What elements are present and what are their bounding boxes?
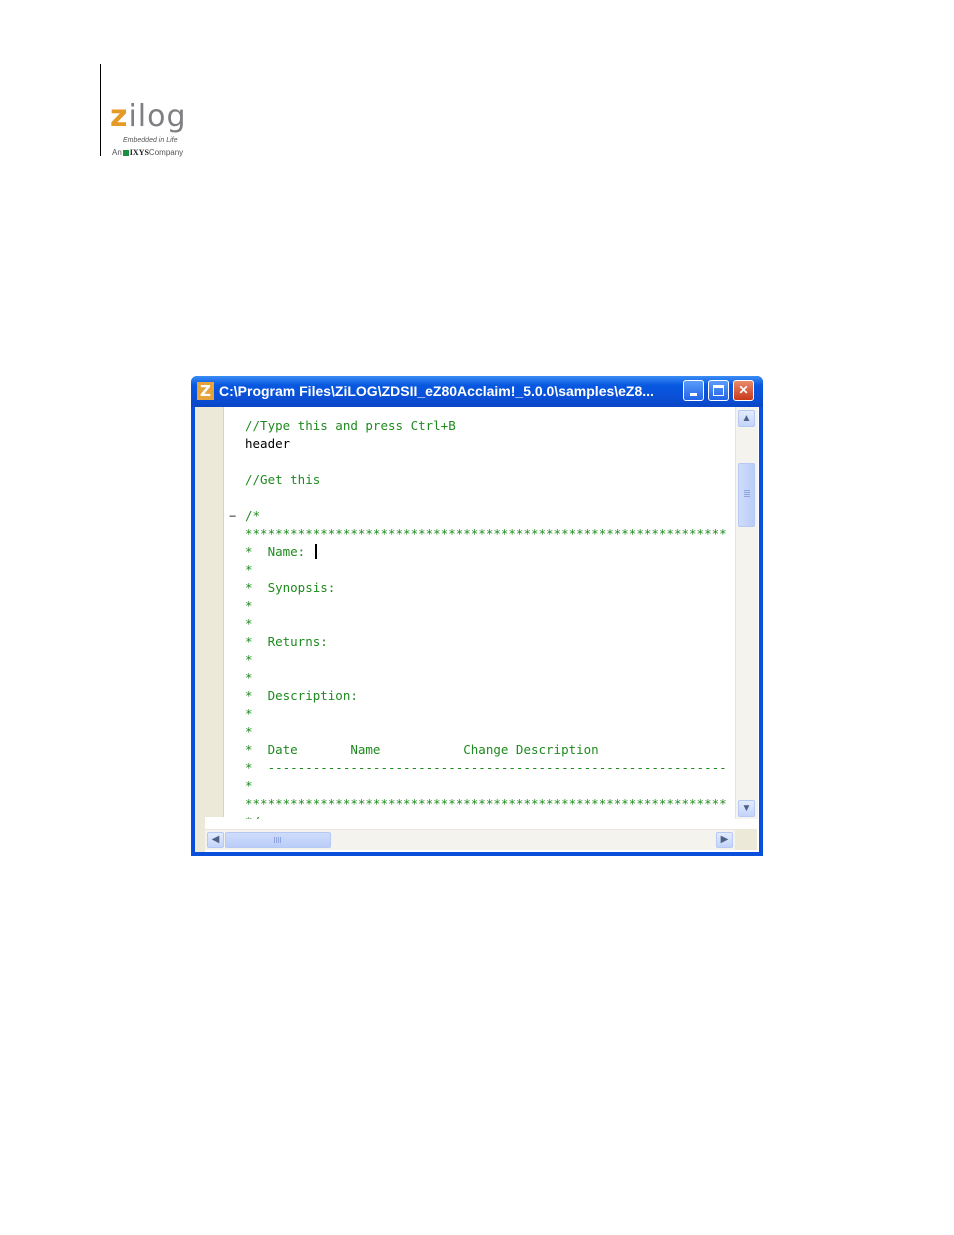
code-line-text: * xyxy=(245,778,253,793)
window-title: C:\Program Files\ZiLOG\ZDSII_eZ80Acclaim… xyxy=(219,383,654,399)
code-line[interactable]: * Returns: xyxy=(245,633,735,651)
minimize-button[interactable] xyxy=(683,380,704,401)
code-line[interactable]: * xyxy=(245,651,735,669)
editor-client-area: − //Type this and press Ctrl+B header //Ge… xyxy=(195,407,759,852)
code-line[interactable]: * xyxy=(245,705,735,723)
code-line-text: * Synopsis: xyxy=(245,580,336,595)
logo-tagline: Embedded in Life xyxy=(123,137,178,144)
code-line-text: * --------------------------------------… xyxy=(245,760,727,775)
code-line-text: * Description: xyxy=(245,688,358,703)
logo-company-name: IXYS xyxy=(129,148,149,157)
code-line-text: * xyxy=(245,724,253,739)
zds-app-icon[interactable]: Z xyxy=(197,382,214,400)
grip-icon xyxy=(744,490,750,491)
code-line-text: /* xyxy=(245,508,261,523)
editor-gutter xyxy=(195,407,224,817)
code-line[interactable]: * Description: xyxy=(245,687,735,705)
zilog-logo: zilog Embedded in Life An IXYS Company xyxy=(110,100,210,160)
code-line[interactable]: * Name: xyxy=(245,543,735,561)
horizontal-scroll-thumb[interactable] xyxy=(225,832,331,848)
editor-window: Z C:\Program Files\ZiLOG\ZDSII_eZ80Accla… xyxy=(191,376,763,856)
logo-wordmark: zilog xyxy=(110,100,187,134)
code-line[interactable]: * xyxy=(245,615,735,633)
code-line-text: * xyxy=(245,706,253,721)
text-caret xyxy=(314,544,317,559)
scrollbar-corner xyxy=(735,829,757,850)
code-line-text: ****************************************… xyxy=(245,526,727,541)
chevron-up-icon: ▲ xyxy=(741,413,752,424)
code-line-text: header xyxy=(245,436,291,451)
code-line[interactable] xyxy=(245,453,735,471)
scroll-right-button[interactable]: ▶ xyxy=(716,832,733,848)
code-line-text: * xyxy=(245,562,253,577)
logo-rest: ilog xyxy=(128,99,187,134)
vertical-scroll-thumb[interactable] xyxy=(738,463,755,527)
minimize-icon xyxy=(690,393,697,396)
logo-company: An IXYS Company xyxy=(112,148,183,157)
code-line-text: * xyxy=(245,652,253,667)
code-line[interactable] xyxy=(245,489,735,507)
code-line-text: */ xyxy=(245,814,260,819)
close-icon: ✕ xyxy=(738,383,749,397)
code-line[interactable]: */ xyxy=(245,813,735,819)
gutter-bottom xyxy=(195,817,205,852)
scroll-down-button[interactable]: ▼ xyxy=(738,800,755,817)
chevron-left-icon: ◀ xyxy=(211,834,220,845)
chevron-down-icon: ▼ xyxy=(741,803,752,814)
code-line-text: * xyxy=(245,616,253,631)
window-titlebar[interactable]: Z C:\Program Files\ZiLOG\ZDSII_eZ80Accla… xyxy=(191,376,763,407)
code-line-text: //Get this xyxy=(245,472,321,487)
header-rule xyxy=(100,64,101,156)
code-line[interactable]: ****************************************… xyxy=(245,525,735,543)
scroll-left-button[interactable]: ◀ xyxy=(207,832,224,848)
ixys-square-icon xyxy=(122,149,129,156)
grip-icon xyxy=(274,837,275,843)
code-line[interactable]: //Type this and press Ctrl+B xyxy=(245,417,735,435)
code-line[interactable]: * Synopsis: xyxy=(245,579,735,597)
code-line[interactable]: //Get this xyxy=(245,471,735,489)
scroll-up-button[interactable]: ▲ xyxy=(738,410,755,427)
maximize-button[interactable] xyxy=(708,380,729,401)
code-line-text: * Date Name Change Description xyxy=(245,742,599,757)
code-line[interactable]: * xyxy=(245,723,735,741)
code-line[interactable]: * --------------------------------------… xyxy=(245,759,735,777)
code-line[interactable]: * xyxy=(245,777,735,795)
logo-z: z xyxy=(110,99,129,134)
code-line-text: * xyxy=(245,670,253,685)
code-line[interactable]: * Date Name Change Description xyxy=(245,741,735,759)
code-line[interactable]: * xyxy=(245,669,735,687)
fold-collapse-icon[interactable]: − xyxy=(229,509,236,523)
maximize-icon xyxy=(713,385,724,396)
code-line-text: * Returns: xyxy=(245,634,328,649)
logo-company-suffix: Company xyxy=(148,148,184,157)
code-editor[interactable]: //Type this and press Ctrl+B header //Get … xyxy=(245,417,735,819)
code-line[interactable]: header xyxy=(245,435,735,453)
code-line[interactable]: * xyxy=(245,597,735,615)
code-line-text: * Name: xyxy=(245,544,313,559)
code-line-text: * xyxy=(245,598,253,613)
code-line[interactable]: /* xyxy=(245,507,735,525)
close-button[interactable]: ✕ xyxy=(733,380,754,401)
chevron-right-icon: ▶ xyxy=(720,834,729,845)
vertical-scrollbar[interactable]: ▲ ▼ xyxy=(735,407,758,819)
code-line-text: ****************************************… xyxy=(245,796,727,811)
logo-company-prefix: An xyxy=(112,148,122,157)
code-line[interactable]: ****************************************… xyxy=(245,795,735,813)
code-line-text: //Type this and press Ctrl+B xyxy=(245,418,456,433)
code-line[interactable]: * xyxy=(245,561,735,579)
horizontal-scrollbar[interactable]: ◀ ▶ xyxy=(205,829,735,850)
